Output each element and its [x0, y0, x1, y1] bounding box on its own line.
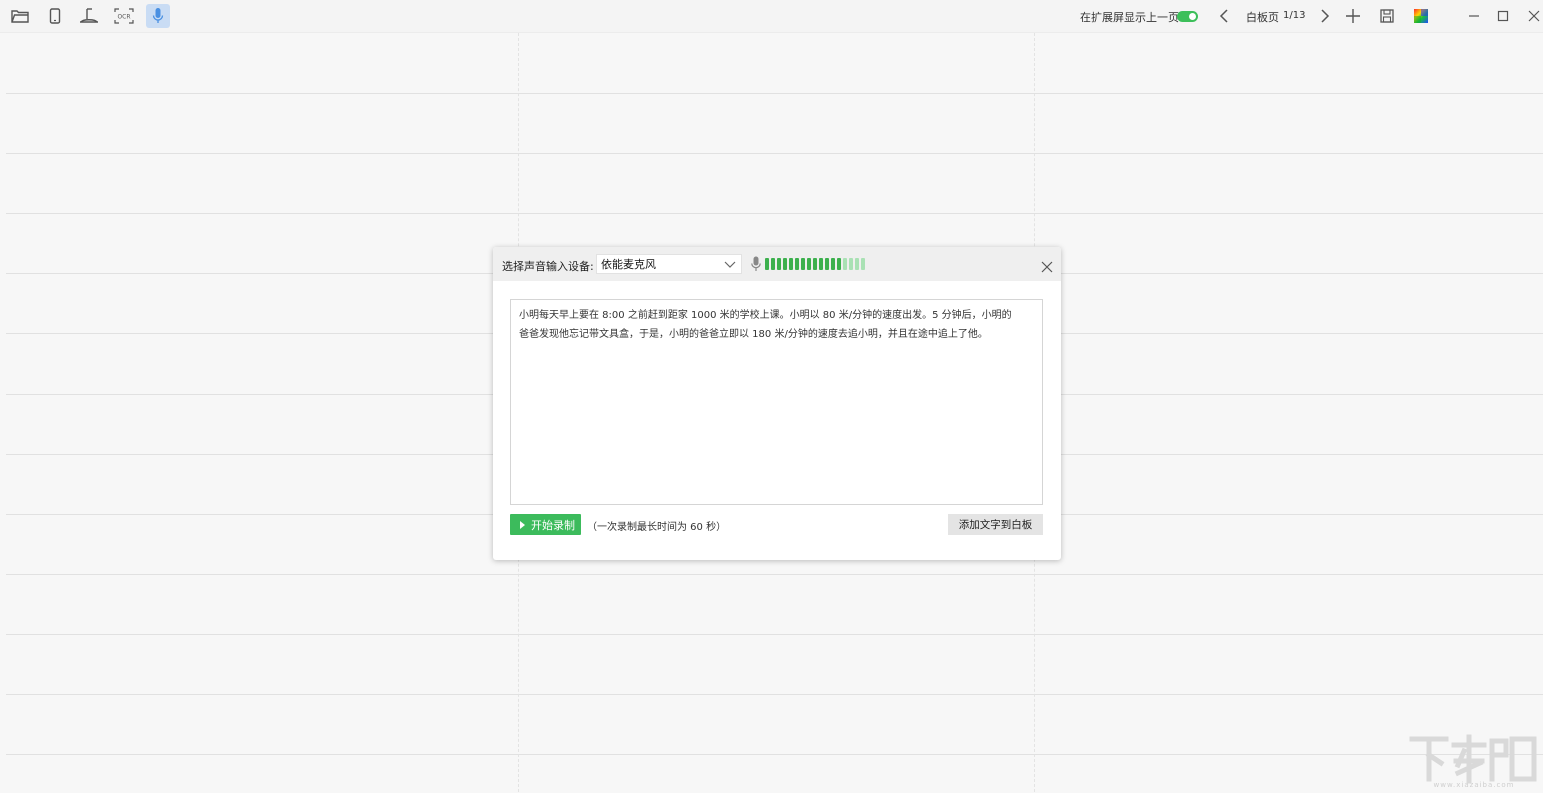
canvas-rule-line [6, 694, 1543, 695]
volume-meter-bar [843, 258, 847, 270]
dialog-close-icon[interactable] [1041, 258, 1053, 273]
add-text-to-board-button[interactable]: 添加文字到白板 [948, 514, 1043, 535]
watermark-logo: www.xiazaiba.com [1408, 733, 1540, 789]
canvas-rule-line [6, 754, 1543, 755]
extend-screen-toggle[interactable] [1177, 11, 1198, 22]
volume-meter-bar [765, 258, 769, 270]
canvas-rule-line [6, 153, 1543, 154]
device-label: 选择声音输入设备: [502, 260, 594, 273]
minimize-icon[interactable] [1462, 4, 1486, 28]
device-select-value: 依能麦克风 [601, 258, 656, 271]
extend-screen-label: 在扩展屏显示上一页 [1080, 11, 1179, 24]
svg-text:OCR: OCR [117, 14, 130, 21]
microphone-icon[interactable] [146, 4, 170, 28]
voice-input-dialog: 选择声音输入设备: 依能麦克风 小明每天早上要在 8:00 之前赶到距家 100… [493, 247, 1061, 560]
volume-meter-bar [849, 258, 853, 270]
svg-text:www.xiazaiba.com: www.xiazaiba.com [1434, 781, 1515, 789]
volume-meter-bar [855, 258, 859, 270]
microphone-level-icon [751, 256, 761, 276]
prev-page-icon[interactable] [1212, 4, 1236, 28]
top-toolbar: OCR 在扩展屏显示上一页 白板页 1/13 [0, 0, 1543, 33]
volume-meter [765, 258, 865, 270]
color-palette-icon[interactable] [1409, 4, 1433, 28]
ocr-icon[interactable]: OCR [112, 4, 136, 28]
volume-meter-bar [819, 258, 823, 270]
canvas-rule-line [6, 213, 1543, 214]
open-folder-icon[interactable] [8, 4, 32, 28]
transcript-textarea[interactable]: 小明每天早上要在 8:00 之前赶到距家 1000 米的学校上课。小明以 80 … [510, 299, 1043, 505]
start-recording-button[interactable]: 开始录制 [510, 514, 581, 535]
canvas-rule-line [6, 93, 1543, 94]
play-icon [520, 520, 525, 529]
page-label: 白板页 [1246, 11, 1279, 24]
device-select[interactable]: 依能麦克风 [596, 254, 742, 274]
volume-meter-bar [783, 258, 787, 270]
transcript-line: 小明每天早上要在 8:00 之前赶到距家 1000 米的学校上课。小明以 80 … [519, 310, 1012, 321]
save-icon[interactable] [1375, 4, 1399, 28]
canvas-rule-line [6, 574, 1543, 575]
add-page-icon[interactable] [1341, 4, 1365, 28]
chevron-down-icon [724, 258, 736, 273]
dialog-header: 选择声音输入设备: 依能麦克风 [493, 247, 1061, 281]
page-counter: 1/13 [1283, 10, 1306, 21]
volume-meter-bar [837, 258, 841, 270]
phone-icon[interactable] [43, 4, 67, 28]
close-icon[interactable] [1522, 4, 1543, 28]
volume-meter-bar [789, 258, 793, 270]
volume-meter-bar [807, 258, 811, 270]
volume-meter-bar [795, 258, 799, 270]
projector-icon[interactable] [77, 4, 101, 28]
volume-meter-bar [813, 258, 817, 270]
next-page-icon[interactable] [1313, 4, 1337, 28]
record-time-hint: （一次录制最长时间为 60 秒） [587, 522, 727, 533]
volume-meter-bar [801, 258, 805, 270]
volume-meter-bar [861, 258, 865, 270]
canvas-rule-line [6, 634, 1543, 635]
volume-meter-bar [825, 258, 829, 270]
volume-meter-bar [771, 258, 775, 270]
maximize-icon[interactable] [1491, 4, 1515, 28]
volume-meter-bar [831, 258, 835, 270]
volume-meter-bar [777, 258, 781, 270]
start-recording-label: 开始录制 [531, 518, 575, 532]
transcript-line: 爸爸发现他忘记带文具盒，于是，小明的爸爸立即以 180 米/分钟的速度去追小明，… [519, 329, 988, 340]
